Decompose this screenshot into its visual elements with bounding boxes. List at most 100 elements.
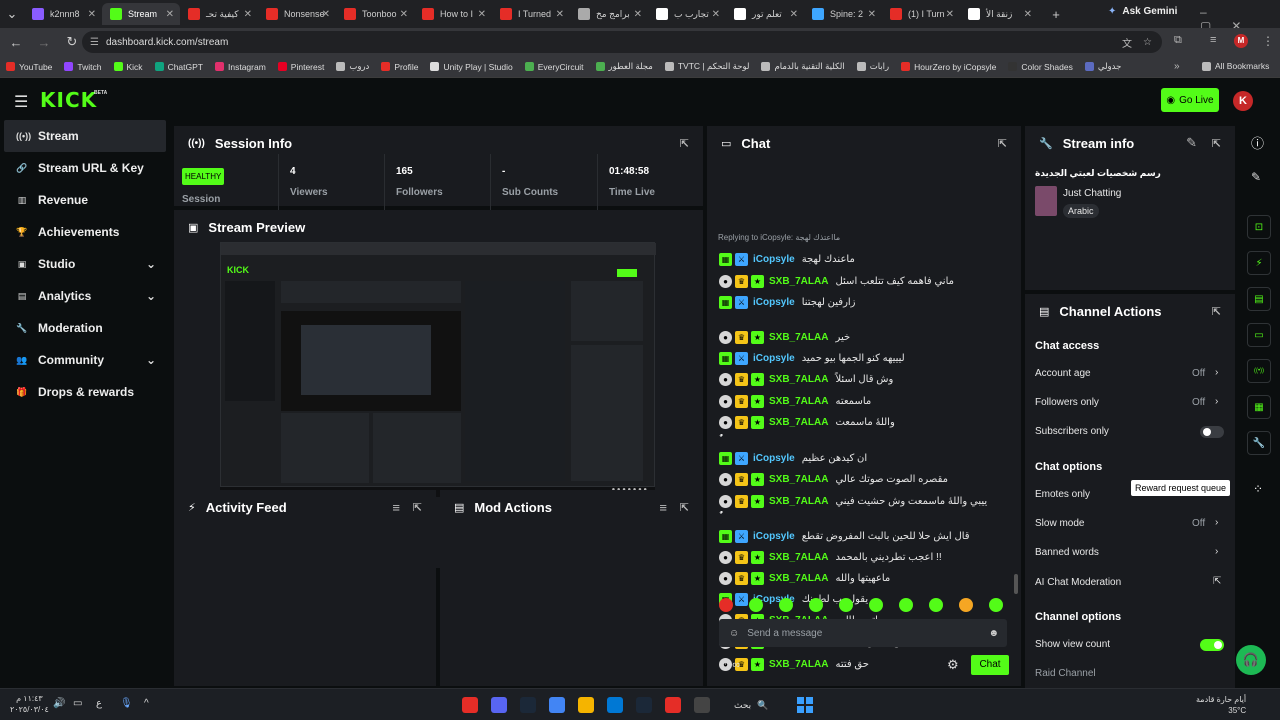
taskbar-app-icon[interactable] bbox=[694, 697, 710, 713]
chat-icon[interactable]: ▭ bbox=[1247, 323, 1271, 347]
go-live-button[interactable]: ◉ Go Live bbox=[1161, 88, 1219, 112]
close-tab-icon[interactable]: ✕ bbox=[868, 9, 876, 20]
close-tab-icon[interactable]: ✕ bbox=[946, 9, 954, 20]
browser-tab[interactable]: I Turned ✕ bbox=[492, 3, 570, 25]
chat-username[interactable]: iCopsyle bbox=[753, 254, 795, 265]
bookmark-item[interactable]: Unity Play | Studio bbox=[424, 62, 518, 72]
sidebar-item-revenue[interactable]: ▥ Revenue bbox=[0, 184, 170, 216]
emote-picker-icon[interactable]: ☻ bbox=[988, 628, 999, 639]
browser-tab[interactable]: برامج مخ ✕ bbox=[570, 3, 648, 25]
emote-icon[interactable] bbox=[719, 598, 733, 612]
taskbar-app-icon[interactable] bbox=[578, 697, 594, 713]
chat-message[interactable]: ▦ ⚔ iCopsyle زارفين لهجتنا bbox=[719, 294, 856, 310]
chevron-right-icon[interactable]: › bbox=[1215, 517, 1218, 528]
profile-avatar[interactable]: M bbox=[1234, 34, 1248, 48]
chat-username[interactable]: iCopsyle bbox=[753, 297, 795, 308]
stream-preview-video[interactable]: KICK bbox=[220, 242, 656, 487]
taskbar-app-icon[interactable] bbox=[462, 697, 478, 713]
chat-message[interactable]: ● ♛ ★ SXB_7ALAA ييبي واللهٔ ماسمعت وش حشيت ف… bbox=[719, 493, 987, 509]
sidebar-item-drops-rewards[interactable]: 🎁 Drops & rewards bbox=[0, 376, 170, 408]
bookmark-item[interactable]: Kick bbox=[108, 62, 149, 72]
close-tab-icon[interactable]: ✕ bbox=[556, 9, 564, 20]
chat-message[interactable]: ٌٌٌٌٌٌٌٌٌٌٌٌٌٌٌٌٌٌٌٌٌٌٌٌٌٌٌٌٌٌٌٌٌٌٌٌٌٌٌٌ… bbox=[719, 508, 1003, 524]
taskbar-app-icon[interactable] bbox=[607, 697, 623, 713]
close-tab-icon[interactable]: ✕ bbox=[88, 9, 96, 20]
emote-icon[interactable] bbox=[809, 598, 823, 612]
bookmark-item[interactable]: TVTC | لوحة التحكم bbox=[659, 61, 756, 72]
sidebar-item-stream[interactable]: ((•)) Stream bbox=[4, 120, 166, 152]
bookmark-item[interactable]: مجلة العطور bbox=[590, 61, 659, 72]
back-button[interactable]: ← bbox=[2, 35, 30, 50]
sidebar-item-community[interactable]: 👥 Community ⌄ bbox=[0, 344, 170, 376]
forward-button[interactable]: → bbox=[30, 35, 58, 50]
tab-manager-icon[interactable]: ≡ bbox=[1210, 34, 1216, 46]
account-age-value[interactable]: Off bbox=[1192, 368, 1205, 379]
browser-tab[interactable]: تجارب ب ✕ bbox=[648, 3, 726, 25]
chat-message[interactable]: ● ♛ ★ SXB_7ALAA ماعهيتها والله bbox=[719, 570, 890, 586]
chat-message[interactable]: ▦ ⚔ iCopsyle ان كيدهن عظيم bbox=[719, 450, 867, 466]
chat-message[interactable]: ▦ ⚔ iCopsyle قال ايش حلا للحين بالبث المفرو… bbox=[719, 528, 970, 544]
tray-chevron-icon[interactable]: ^ bbox=[144, 698, 149, 709]
taskbar-app-icon[interactable] bbox=[520, 697, 536, 713]
info-icon[interactable]: ⓘ bbox=[1251, 133, 1264, 152]
layout-icon[interactable]: ▦ bbox=[1247, 395, 1271, 419]
browser-tab[interactable]: زنقة الأ ✕ bbox=[960, 3, 1038, 25]
sidebar-item-achievements[interactable]: 🏆 Achievements bbox=[0, 216, 170, 248]
emote-icon[interactable] bbox=[899, 598, 913, 612]
reward-queue-icon[interactable]: ⁘ bbox=[1253, 482, 1263, 496]
chat-message[interactable]: ● ♛ ★ SXB_7ALAA ماني فاهمه كيف تتلعب اسئل bbox=[719, 273, 954, 289]
chat-message[interactable]: ● ♛ ★ SXB_7ALAA حق فتته bbox=[719, 656, 869, 672]
account-age-label[interactable]: Account age bbox=[1035, 368, 1091, 379]
bookmark-item[interactable]: رابات bbox=[851, 61, 895, 72]
chat-message[interactable]: ● ♛ ★ SXB_7ALAA مقصره الصوت صوتك عالي bbox=[719, 471, 948, 487]
settings-gear-icon[interactable]: ⚙ bbox=[947, 657, 959, 673]
chevron-down-icon[interactable]: ⌄ bbox=[146, 353, 156, 367]
show-view-count-toggle[interactable] bbox=[1200, 639, 1224, 651]
chat-username[interactable]: SXB_7ALAA bbox=[769, 573, 828, 584]
emote-icon[interactable] bbox=[839, 598, 853, 612]
browser-tab[interactable]: كيفية تحـ ✕ bbox=[180, 3, 258, 25]
browser-tab[interactable]: Nonsense ✕ bbox=[258, 3, 336, 25]
emote-icon[interactable] bbox=[869, 598, 883, 612]
chat-username[interactable]: iCopsyle bbox=[753, 453, 795, 464]
bookmark-item[interactable]: Color Shades bbox=[1002, 62, 1079, 72]
bookmark-item[interactable]: YouTube bbox=[0, 62, 58, 72]
chat-username[interactable]: SXB_7ALAA bbox=[769, 374, 828, 385]
close-tab-icon[interactable]: ✕ bbox=[478, 9, 486, 20]
slow-mode-label[interactable]: Slow mode bbox=[1035, 518, 1084, 529]
more-bookmarks-icon[interactable]: » bbox=[1174, 61, 1180, 72]
weather-widget[interactable]: أيام حارة قادمة 35°C bbox=[1196, 694, 1246, 716]
close-tab-icon[interactable]: ✕ bbox=[712, 9, 720, 20]
chat-username[interactable]: SXB_7ALAA bbox=[769, 332, 828, 343]
taskbar-app-icon[interactable] bbox=[636, 697, 652, 713]
browser-tab[interactable]: Toonboo ✕ bbox=[336, 3, 414, 25]
popout-icon[interactable]: ⇱ bbox=[1212, 305, 1221, 318]
external-link-icon[interactable]: ⇱ bbox=[1213, 576, 1221, 587]
chevron-right-icon[interactable]: › bbox=[1215, 367, 1218, 378]
slow-mode-value[interactable]: Off bbox=[1192, 518, 1205, 529]
display-icon[interactable]: ▭ bbox=[73, 698, 82, 709]
bookmark-star-icon[interactable]: ☆ bbox=[1143, 37, 1152, 48]
bookmark-item[interactable]: Pinterest bbox=[272, 62, 331, 72]
chat-username[interactable]: SXB_7ALAA bbox=[769, 396, 828, 407]
ask-gemini-button[interactable]: ✦ Ask Gemini bbox=[1108, 6, 1177, 17]
chat-message[interactable]: ٌٌٌٌٌٌٌٌٌٌٌٌٌٌٌٌٌٌٌٌٌٌٌٌٌٌٌٌٌٌٌٌٌٌٌٌٌٌٌٌ… bbox=[719, 431, 1003, 447]
browser-tab[interactable]: How to I ✕ bbox=[414, 3, 492, 25]
taskbar-app-icon[interactable] bbox=[491, 697, 507, 713]
clip-icon[interactable]: ⊡ bbox=[1247, 215, 1271, 239]
close-tab-icon[interactable]: ✕ bbox=[634, 9, 642, 20]
chat-username[interactable]: SXB_7ALAA bbox=[769, 276, 828, 287]
volume-icon[interactable]: 🔊 bbox=[53, 698, 65, 709]
chat-username[interactable]: iCopsyle bbox=[753, 531, 795, 542]
browser-tab[interactable]: k2nnn8 ✕ bbox=[24, 3, 102, 25]
support-headset-icon[interactable]: 🎧 bbox=[1236, 645, 1266, 675]
clipboard-icon[interactable]: ▤ bbox=[1247, 287, 1271, 311]
followers-only-label[interactable]: Followers only bbox=[1035, 397, 1099, 408]
close-tab-icon[interactable]: ✕ bbox=[400, 9, 408, 20]
banned-words-label[interactable]: Banned words bbox=[1035, 547, 1099, 558]
wrench-icon[interactable]: 🔧 bbox=[1247, 431, 1271, 455]
sidebar-item-studio[interactable]: ▣ Studio ⌄ bbox=[0, 248, 170, 280]
close-tab-icon[interactable]: ✕ bbox=[790, 9, 798, 20]
chat-username[interactable]: iCopsyle bbox=[753, 353, 795, 364]
emote-icon[interactable] bbox=[959, 598, 973, 612]
